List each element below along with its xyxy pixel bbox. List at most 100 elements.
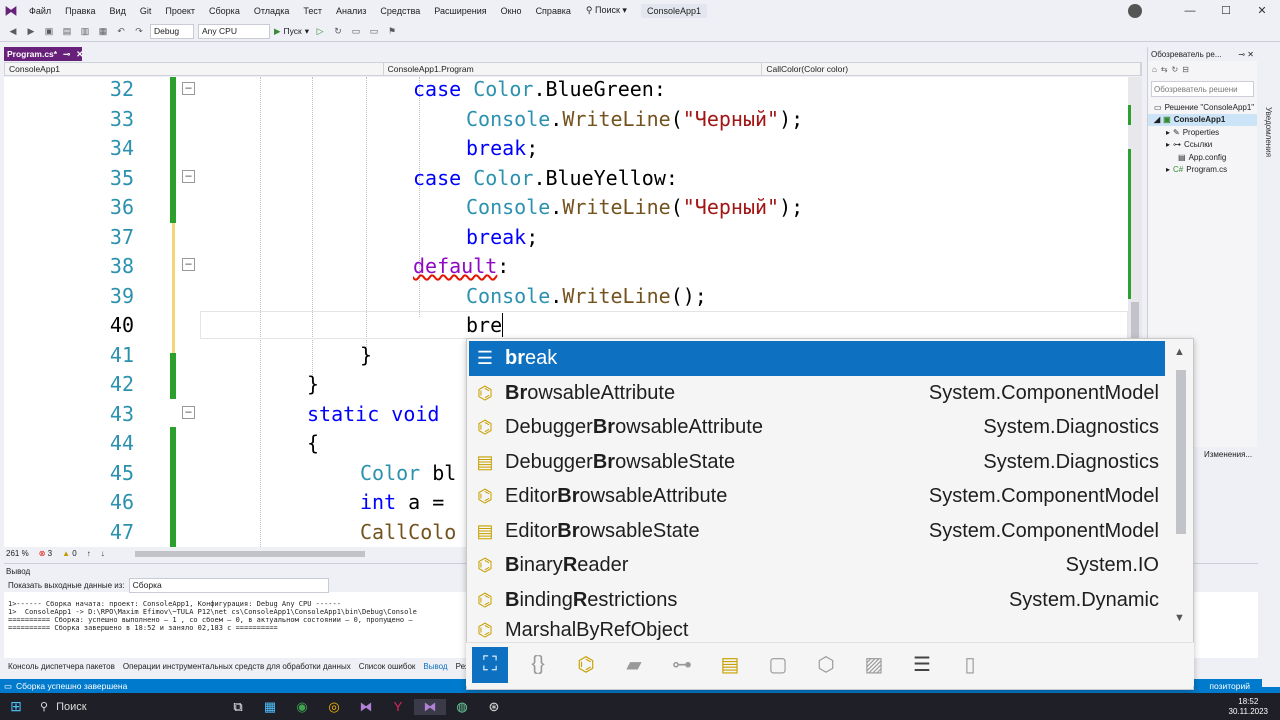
tree-node-solution[interactable]: ▭ Решение "ConsoleApp1" (1148, 101, 1257, 114)
tree-node-project[interactable]: ◢ ▣ ConsoleApp1 (1148, 113, 1257, 126)
toolbar-misc-icon-2[interactable]: ▭ (367, 24, 381, 38)
collapse-icon[interactable]: − (182, 406, 195, 419)
menu-build[interactable]: Сборка (202, 6, 247, 16)
tab-close-icon[interactable]: ✕ (76, 49, 83, 60)
chrome-icon[interactable]: ◎ (318, 699, 350, 715)
menu-help[interactable]: Справка (529, 6, 578, 16)
store-icon[interactable]: ▦ (254, 699, 286, 715)
tree-node-app-config[interactable]: ▤ App.config (1148, 151, 1257, 164)
menu-debug[interactable]: Отладка (247, 6, 297, 16)
completion-item[interactable]: ⌬ MarshalByRefObject (469, 618, 1165, 644)
tab-data-tools-operations[interactable]: Операции инструментальных средств для об… (123, 662, 351, 671)
menu-file[interactable]: Файл (22, 6, 58, 16)
namespace-filter-icon[interactable]: {} (520, 647, 556, 683)
minimize-icon[interactable]: — (1172, 5, 1208, 17)
output-source-select[interactable]: Сборка (128, 577, 329, 593)
home-icon[interactable]: ⌂ (1152, 65, 1157, 74)
completion-item[interactable]: ⌬ DebuggerBrowsableAttribute System.Diag… (469, 411, 1165, 446)
refresh-icon[interactable]: ↻ (1172, 65, 1179, 74)
app-icon[interactable]: ◍ (446, 699, 478, 715)
hot-reload-icon[interactable]: ↻ (331, 24, 345, 38)
collapse-icon[interactable]: − (182, 82, 195, 95)
tab-package-manager-console[interactable]: Консоль диспетчера пакетов (8, 662, 115, 671)
tab-output[interactable]: Вывод (423, 662, 447, 671)
collapse-icon[interactable]: − (182, 170, 195, 183)
module-filter-icon[interactable]: ⬡ (808, 647, 844, 683)
nav-down-icon[interactable]: ↓ (101, 549, 105, 558)
start-without-debug-icon[interactable]: ▷ (313, 24, 327, 38)
menu-search[interactable]: ⚲ Поиск ▾ (578, 5, 635, 16)
tree-node-properties[interactable]: ▸ ✎ Properties (1148, 126, 1257, 139)
taskbar-search[interactable]: ⚲ Поиск (32, 693, 222, 720)
menu-window[interactable]: Окно (494, 6, 529, 16)
menu-project[interactable]: Проект (158, 6, 202, 16)
scroll-up-icon[interactable]: ▲ (1174, 346, 1185, 358)
project-dropdown[interactable]: ConsoleApp1 (5, 63, 384, 75)
completion-scroll-thumb[interactable] (1176, 370, 1186, 534)
delegate-filter-icon[interactable]: ▰ (616, 647, 652, 683)
back-icon[interactable]: ◀ (6, 24, 20, 38)
keyword-filter-icon[interactable]: ☰ (904, 647, 940, 683)
run-button[interactable]: ▶ Пуск ▾ (274, 26, 309, 37)
redo-icon[interactable]: ↷ (132, 24, 146, 38)
completion-item[interactable]: ⌬ BrowsableAttribute System.ComponentMod… (469, 376, 1165, 411)
pin-icon[interactable]: ⊸ (63, 49, 70, 60)
warning-count[interactable]: ▲ 0 (62, 549, 77, 558)
menu-view[interactable]: Вид (103, 6, 133, 16)
solution-search-input[interactable]: Обозреватель решени (1151, 81, 1254, 97)
completion-item[interactable]: ⌬ EditorBrowsableAttribute System.Compon… (469, 480, 1165, 515)
collapse-all-icon[interactable]: ⊟ (1182, 65, 1189, 74)
snippet-filter-icon[interactable]: ▨ (856, 647, 892, 683)
error-count[interactable]: ⊗ 3 (39, 549, 52, 558)
pin-icon[interactable]: ⊸ ✕ (1238, 50, 1254, 59)
tab-error-list[interactable]: Список ошибок (359, 662, 416, 671)
collapse-icon[interactable]: − (182, 258, 195, 271)
menu-analyze[interactable]: Анализ (329, 6, 373, 16)
completion-item[interactable]: ⌬ BinaryReader System.IO (469, 549, 1165, 584)
scrollbar-thumb[interactable] (1131, 302, 1139, 342)
nav-up-icon[interactable]: ↑ (87, 549, 91, 558)
chevron-right-icon[interactable]: ▸ (1166, 165, 1170, 174)
yandex-icon[interactable]: Y (382, 699, 414, 714)
save-all-icon[interactable]: ▦ (96, 24, 110, 38)
menu-test[interactable]: Тест (296, 6, 329, 16)
platform-select[interactable]: Any CPU (198, 23, 270, 39)
enum-filter-icon[interactable]: ▤ (712, 647, 748, 683)
menu-tools[interactable]: Средства (373, 6, 427, 16)
tab-program-cs[interactable]: Program.cs* ⊸ ✕ (4, 47, 83, 61)
bookmark-icon[interactable]: ⚑ (385, 24, 399, 38)
menu-extensions[interactable]: Расширения (427, 6, 493, 16)
menu-edit[interactable]: Правка (58, 6, 102, 16)
snippet-icon[interactable]: ▯ (952, 647, 988, 683)
completion-item[interactable]: ▤ EditorBrowsableState System.ComponentM… (469, 514, 1165, 549)
chevron-right-icon[interactable]: ▸ (1166, 128, 1170, 137)
tree-node-program-cs[interactable]: ▸ C# Program.cs (1148, 164, 1257, 177)
maximize-icon[interactable]: ☐ (1208, 4, 1244, 17)
configuration-select[interactable]: Debug (150, 23, 194, 39)
expand-icon[interactable]: ◢ (1154, 115, 1160, 124)
interface-filter-icon[interactable]: ⊶ (664, 647, 700, 683)
tree-node-references[interactable]: ▸ ⊶ Ссылки (1148, 139, 1257, 152)
app-icon-2[interactable]: ⊛ (478, 699, 510, 715)
scroll-down-icon[interactable]: ▼ (1174, 612, 1185, 624)
add-to-repository[interactable]: позиторий (1209, 681, 1250, 691)
menu-git[interactable]: Git (133, 6, 159, 16)
zoom-level[interactable]: 261 % (6, 549, 29, 558)
avatar[interactable] (1128, 3, 1142, 18)
completion-item[interactable]: ☰ break (469, 341, 1165, 376)
taskbar-clock[interactable]: 18:52 30.11.2023 (1229, 697, 1280, 717)
forward-icon[interactable]: ▶ (24, 24, 38, 38)
open-icon[interactable]: ▤ (60, 24, 74, 38)
undo-icon[interactable]: ↶ (114, 24, 128, 38)
toolbar-misc-icon[interactable]: ▭ (349, 24, 363, 38)
task-view-icon[interactable]: ⧉ (222, 699, 254, 715)
horizontal-scrollbar[interactable] (134, 550, 365, 557)
windows-start-icon[interactable]: ⊞ (0, 698, 32, 715)
edge-icon[interactable]: ◉ (286, 699, 318, 715)
git-changes-tab[interactable]: Изменения... (1198, 447, 1258, 461)
completion-item[interactable]: ⌬ BindingRestrictions System.Dynamic (469, 583, 1165, 618)
sync-icon[interactable]: ⇆ (1161, 65, 1168, 74)
save-icon[interactable]: ▥ (78, 24, 92, 38)
struct-filter-icon[interactable]: ▢ (760, 647, 796, 683)
expand-filter-icon[interactable]: ⛶ (472, 646, 508, 683)
